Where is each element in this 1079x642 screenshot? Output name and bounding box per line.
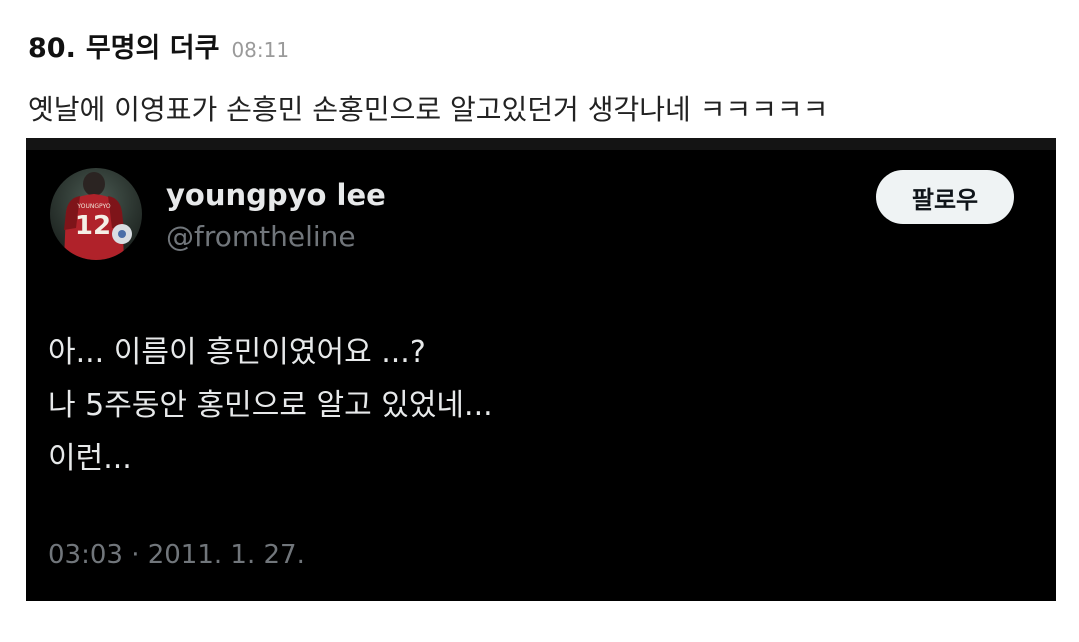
avatar-head bbox=[83, 172, 105, 196]
avatar-jersey-number: 12 bbox=[75, 211, 111, 241]
avatar-image: YOUNGPYO 12 bbox=[64, 172, 132, 260]
embedded-tweet-card[interactable]: YOUNGPYO 12 youngpyo lee @fromtheline 팔로… bbox=[26, 138, 1056, 601]
avatar[interactable]: YOUNGPYO 12 bbox=[50, 168, 142, 260]
tweet-timestamp[interactable]: 03:03 · 2011. 1. 27. bbox=[48, 540, 305, 570]
post-author[interactable]: 무명의 더쿠 bbox=[86, 26, 220, 65]
tweet-line: 나 5주동안 홍민으로 알고 있었네... bbox=[48, 388, 493, 423]
tweet-display-name[interactable]: youngpyo lee bbox=[166, 178, 386, 212]
tweet-card-top-border bbox=[26, 138, 1056, 150]
tweet-line: 이런... bbox=[48, 441, 132, 476]
tweet-text: 아... 이름이 흥민이였어요 ...? 나 5주동안 홍민으로 알고 있었네.… bbox=[48, 326, 493, 485]
tweet-handle[interactable]: @fromtheline bbox=[166, 220, 356, 253]
avatar-jersey-name: YOUNGPYO bbox=[76, 203, 110, 210]
post-header: 80. 무명의 더쿠 08:11 bbox=[28, 26, 289, 65]
follow-button[interactable]: 팔로우 bbox=[876, 170, 1014, 224]
post-number: 80. bbox=[28, 33, 76, 64]
post-body-text: 옛날에 이영표가 손흥민 손홍민으로 알고있던거 생각나네 ㅋㅋㅋㅋㅋ bbox=[28, 93, 829, 126]
post-timestamp: 08:11 bbox=[231, 38, 290, 62]
tweet-line: 아... 이름이 흥민이였어요 ...? bbox=[48, 335, 426, 370]
